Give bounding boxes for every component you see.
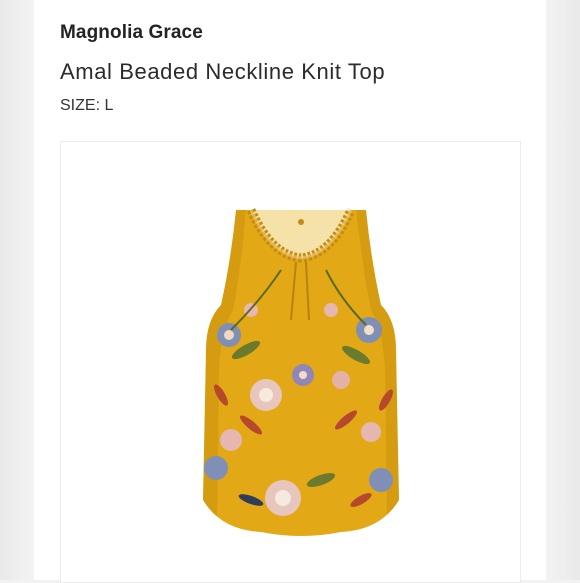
product-title: Amal Beaded Neckline Knit Top [60,59,386,84]
product-photo [203,208,399,536]
right-background-shade [546,0,580,580]
product-card: Magnolia Grace Amal Beaded Neckline Knit… [34,0,546,583]
left-background-shade [0,0,34,580]
brand-name[interactable]: Magnolia Grace [60,22,203,44]
size-label: SIZE: [60,97,101,114]
size-value: L [104,97,114,114]
button-icon [298,219,304,225]
product-image-frame[interactable] [60,141,521,583]
size-info: SIZE: L [60,97,113,115]
